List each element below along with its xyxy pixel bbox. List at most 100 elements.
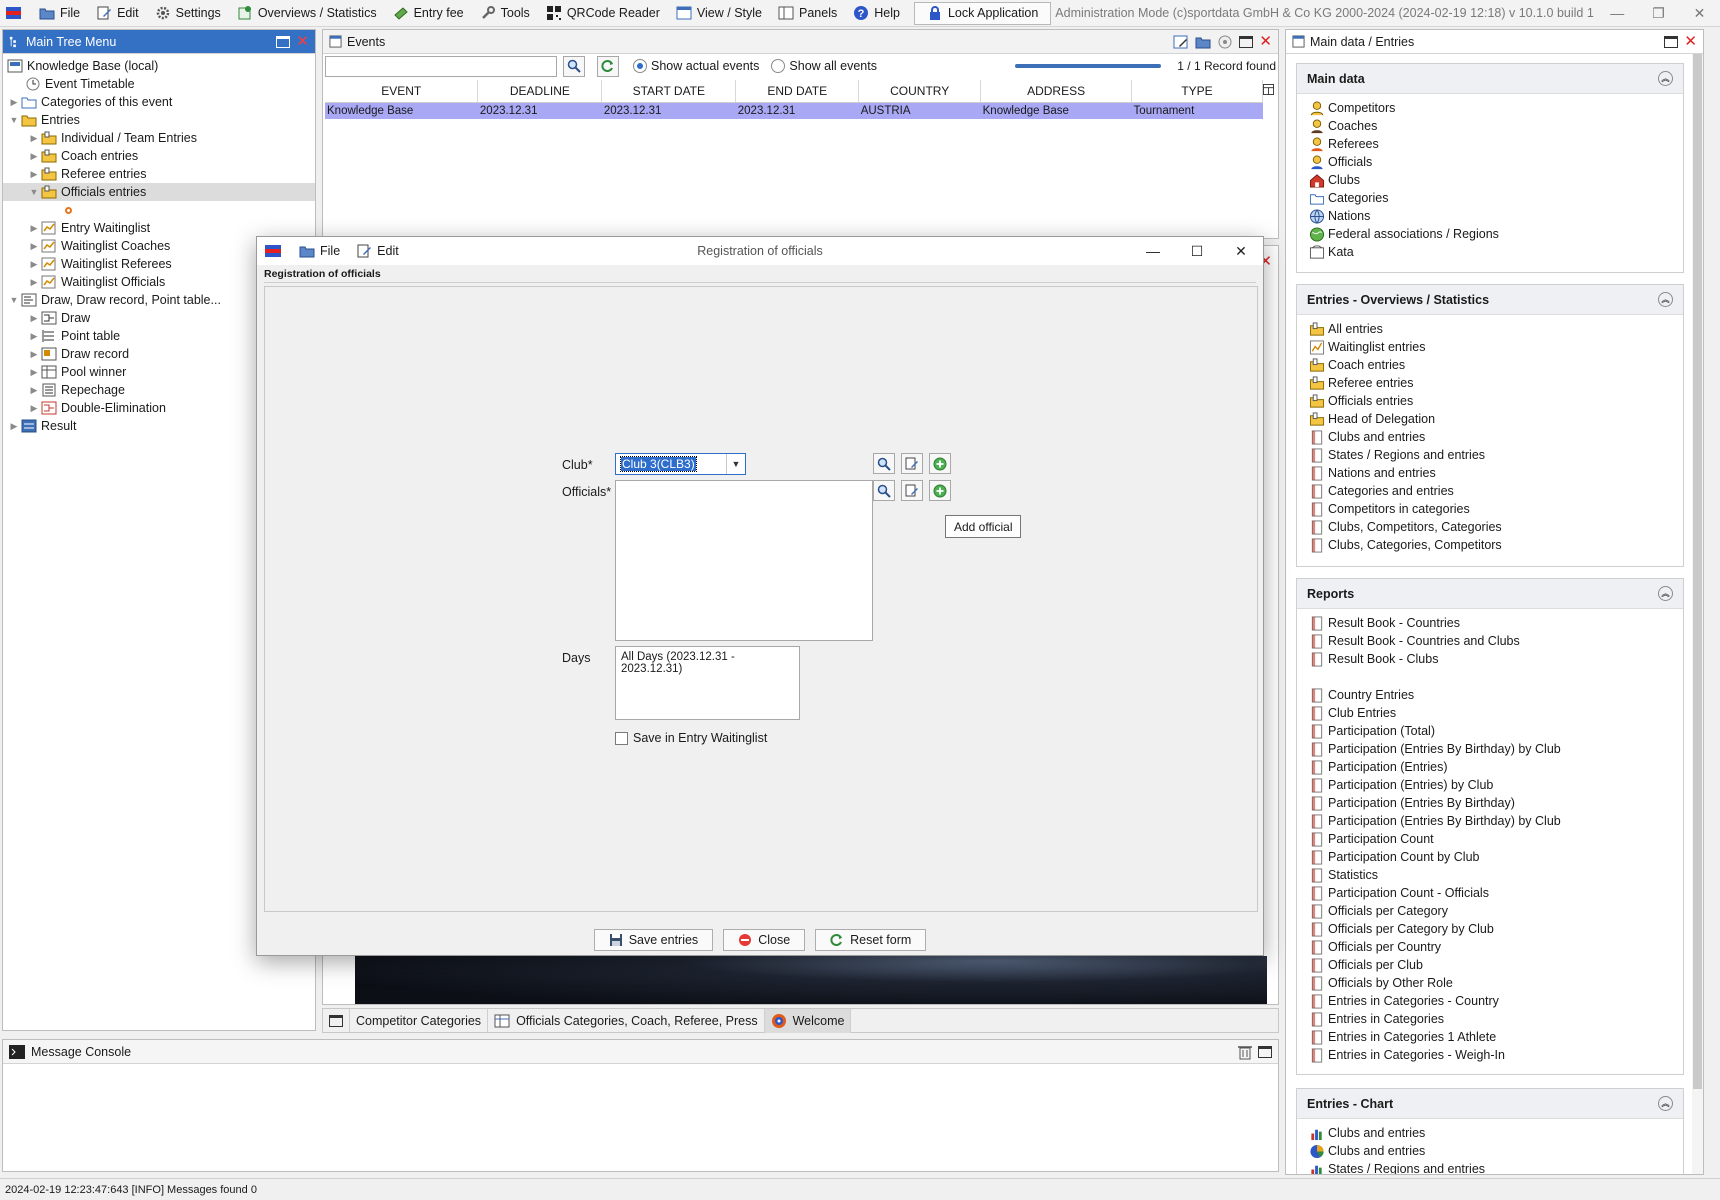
expand-icon[interactable]: ▶ [27, 241, 41, 252]
dialog-close-button[interactable]: ✕ [1219, 243, 1263, 260]
list-item[interactable]: Participation Count by Club [1297, 848, 1683, 866]
column-chooser-icon[interactable] [1263, 84, 1274, 95]
list-item[interactable]: States / Regions and entries [1297, 1160, 1683, 1174]
list-item[interactable]: Nations and entries [1297, 464, 1683, 482]
menu-overviews[interactable]: Overviews / Statistics [229, 0, 385, 27]
menu-entry-fee[interactable]: Entry fee [385, 0, 472, 27]
list-item[interactable]: Officials per Club [1297, 956, 1683, 974]
club-select[interactable]: Club 3(CLB3) ▼ [615, 453, 746, 475]
tree-node-officials-entries[interactable]: ▼ Officials entries [3, 183, 315, 201]
table-row[interactable]: Knowledge Base 2023.12.31 2023.12.31 202… [325, 102, 1263, 119]
list-item[interactable]: Officials per Category [1297, 902, 1683, 920]
dialog-menu-edit[interactable]: Edit [348, 238, 407, 265]
section-header[interactable]: Entries - Overviews / Statistics ︽ [1297, 285, 1683, 315]
list-item[interactable]: Officials [1297, 153, 1683, 171]
column-header-end-date[interactable]: END DATE [735, 80, 860, 103]
list-item[interactable]: Participation (Entries By Birthday) by C… [1297, 812, 1683, 830]
tree-node-event-timetable[interactable]: Event Timetable [3, 75, 315, 93]
expand-icon[interactable]: ▶ [7, 421, 21, 432]
refresh-button[interactable] [597, 55, 619, 77]
dialog-menu-file[interactable]: File [291, 238, 348, 265]
close-window-button[interactable]: ✕ [1679, 5, 1720, 22]
officials-list[interactable] [615, 480, 873, 641]
expand-icon[interactable]: ▶ [27, 169, 41, 180]
menu-settings[interactable]: Settings [147, 0, 229, 27]
tab-welcome[interactable]: Welcome [764, 1009, 852, 1033]
dialog-minimize-button[interactable]: — [1131, 243, 1175, 260]
list-item[interactable]: Clubs, Competitors, Categories [1297, 518, 1683, 536]
collapse-icon[interactable]: ▼ [27, 187, 41, 197]
close-panel-button[interactable]: ✕ [1259, 34, 1272, 49]
column-header-type[interactable]: TYPE [1131, 80, 1263, 103]
list-item[interactable]: Coach entries [1297, 356, 1683, 374]
search-club-button[interactable] [873, 453, 895, 474]
expand-icon[interactable]: ▶ [27, 313, 41, 324]
list-item[interactable]: Officials per Category by Club [1297, 920, 1683, 938]
collapse-chevron-icon[interactable]: ︽ [1658, 292, 1673, 307]
list-item[interactable]: Coaches [1297, 117, 1683, 135]
list-item[interactable]: Referees [1297, 135, 1683, 153]
section-header[interactable]: Reports ︽ [1297, 579, 1683, 609]
list-item[interactable]: Statistics [1297, 866, 1683, 884]
collapse-chevron-icon[interactable]: ︽ [1658, 1096, 1673, 1111]
expand-icon[interactable]: ▶ [7, 97, 21, 108]
menu-file[interactable]: File [31, 0, 88, 27]
list-item[interactable]: Result Book - Countries and Clubs [1297, 632, 1683, 650]
list-item[interactable]: Categories and entries [1297, 482, 1683, 500]
list-item[interactable]: Participation Count [1297, 830, 1683, 848]
list-item[interactable]: Clubs, Categories, Competitors [1297, 536, 1683, 554]
collapse-icon[interactable]: ▼ [7, 115, 21, 125]
maximize-panel-button[interactable] [276, 35, 291, 48]
expand-icon[interactable]: ▶ [27, 331, 41, 342]
column-header-country[interactable]: COUNTRY [858, 80, 982, 103]
refresh-circle-icon[interactable] [1217, 34, 1233, 50]
expand-icon[interactable]: ▶ [27, 349, 41, 360]
restore-window-button[interactable]: ❐ [1638, 5, 1679, 22]
list-item[interactable]: Waitinglist entries [1297, 338, 1683, 356]
menu-qrcode-reader[interactable]: QRCode Reader [538, 0, 668, 27]
list-item[interactable]: Entries in Categories - Weigh-In [1297, 1046, 1683, 1064]
dialog-maximize-button[interactable]: ☐ [1175, 243, 1219, 260]
list-item[interactable]: Participation (Entries) [1297, 758, 1683, 776]
tree-node-coach-entries[interactable]: ▶ Coach entries [3, 147, 315, 165]
section-header[interactable]: Main data ︽ [1297, 64, 1683, 94]
tree-node-referee-entries[interactable]: ▶ Referee entries [3, 165, 315, 183]
list-item[interactable]: Participation (Entries) by Club [1297, 776, 1683, 794]
section-header[interactable]: Entries - Chart ︽ [1297, 1089, 1683, 1119]
list-item[interactable]: All entries [1297, 320, 1683, 338]
calendar-edit-icon[interactable] [1173, 34, 1189, 50]
close-panel-button[interactable]: ✕ [1684, 34, 1697, 49]
tree-node-entries[interactable]: ▼ Entries [3, 111, 315, 129]
expand-icon[interactable]: ▶ [27, 223, 41, 234]
list-item[interactable]: Federal associations / Regions [1297, 225, 1683, 243]
list-item[interactable]: Officials by Other Role [1297, 974, 1683, 992]
list-item[interactable]: Participation (Total) [1297, 722, 1683, 740]
list-item[interactable]: Participation (Entries By Birthday) [1297, 794, 1683, 812]
expand-icon[interactable]: ▶ [27, 385, 41, 396]
expand-icon[interactable]: ▶ [27, 259, 41, 270]
tab-panel-toggle[interactable] [323, 1009, 350, 1033]
expand-icon[interactable]: ▶ [27, 367, 41, 378]
close-button[interactable]: Close [723, 929, 806, 951]
list-item[interactable]: States / Regions and entries [1297, 446, 1683, 464]
list-item[interactable]: Clubs [1297, 171, 1683, 189]
list-item[interactable]: Head of Delegation [1297, 410, 1683, 428]
list-item[interactable]: Result Book - Clubs [1297, 650, 1683, 668]
list-item[interactable]: Entries in Categories - Country [1297, 992, 1683, 1010]
open-folder-icon[interactable] [1195, 34, 1211, 50]
menu-help[interactable]: ? Help [845, 0, 908, 27]
list-item[interactable]: Clubs and entries [1297, 1142, 1683, 1160]
show-all-events-radio[interactable]: Show all events [771, 59, 877, 73]
tab-officials-categories[interactable]: Officials Categories, Coach, Referee, Pr… [488, 1009, 765, 1033]
save-entries-button[interactable]: Save entries [593, 929, 714, 951]
main-data-scrollbar-thumb[interactable] [1693, 54, 1702, 1089]
column-header-deadline[interactable]: DEADLINE [477, 80, 603, 103]
list-item[interactable]: Competitors in categories [1297, 500, 1683, 518]
list-item[interactable]: Officials entries [1297, 392, 1683, 410]
list-item[interactable]: Club Entries [1297, 704, 1683, 722]
add-club-button[interactable] [929, 453, 951, 474]
reset-form-button[interactable]: Reset form [815, 929, 927, 951]
trash-icon[interactable] [1238, 1044, 1252, 1060]
list-item[interactable]: Categories [1297, 189, 1683, 207]
list-item[interactable]: Kata [1297, 243, 1683, 261]
